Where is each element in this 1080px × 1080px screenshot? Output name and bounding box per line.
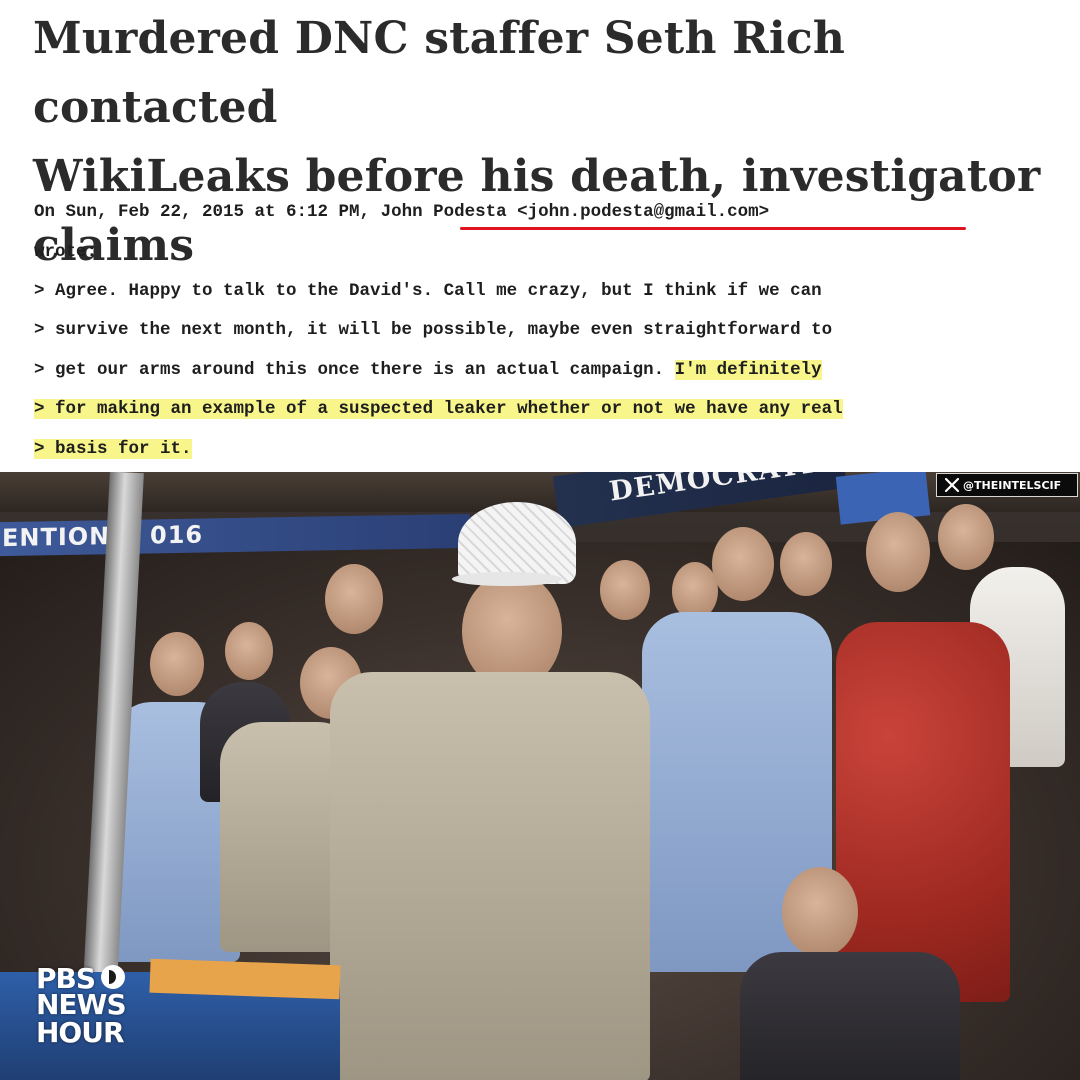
article-section: Murdered DNC staffer Seth Rich contacted…	[0, 0, 1080, 472]
email-quote-line-4: > for making an example of a suspected l…	[34, 395, 843, 423]
sender-red-underline	[460, 227, 966, 230]
email-quote-line-5: > basis for it.	[34, 435, 192, 463]
email-quote-line-1: > Agree. Happy to talk to the David's. C…	[34, 281, 822, 301]
pbs-head-icon	[101, 965, 125, 989]
email-header-line: On Sun, Feb 22, 2015 at 6:12 PM, John Po…	[34, 198, 769, 226]
person-head	[600, 560, 650, 620]
convention-banner-text: ENTION	[2, 522, 111, 553]
person-head	[325, 564, 383, 634]
person-head	[225, 622, 273, 680]
email-quote-line-3-text: > get our arms around this once there is…	[34, 360, 675, 380]
person-head	[712, 527, 774, 601]
person-torso	[836, 622, 1010, 1002]
highlighted-text-1: I'm definitely	[674, 360, 822, 380]
article-headline: Murdered DNC staffer Seth Rich contacted…	[33, 4, 1043, 280]
email-date: On Sun, Feb 22, 2015 at 6:12 PM,	[34, 202, 381, 222]
pbs-logo-line-3: HOUR	[36, 1016, 125, 1049]
speaker-hat-brim	[452, 572, 562, 586]
person-head	[150, 632, 204, 696]
person-torso	[740, 952, 960, 1080]
speaker-torso	[330, 672, 650, 1080]
person-head	[782, 867, 858, 957]
video-still: ENTION 016 DEMOCRATI @THEINTELSCIF PBS N…	[0, 472, 1080, 1080]
email-quote-line-2: > survive the next month, it will be pos…	[34, 320, 833, 340]
convention-banner-year: 016	[150, 520, 204, 550]
highlighted-text-2: > for making an example of a suspected l…	[34, 399, 843, 419]
email-quote-line-3: > get our arms around this once there is…	[34, 356, 822, 384]
person-head	[938, 504, 994, 570]
account-watermark: @THEINTELSCIF	[936, 473, 1078, 497]
headline-line-2: WikiLeaks before his death, investigator	[33, 151, 1041, 202]
headline-line-1: Murdered DNC staffer Seth Rich contacted	[33, 13, 846, 133]
desk-papers	[149, 958, 341, 1000]
person-head	[866, 512, 930, 592]
email-wrote: wrote:	[34, 242, 98, 262]
watermark-handle: @THEINTELSCIF	[963, 479, 1062, 492]
person-head	[780, 532, 832, 596]
x-logo-icon	[944, 477, 960, 493]
email-sender: John Podesta <john.podesta@gmail.com>	[380, 202, 770, 222]
highlighted-text-3: > basis for it.	[34, 439, 192, 459]
